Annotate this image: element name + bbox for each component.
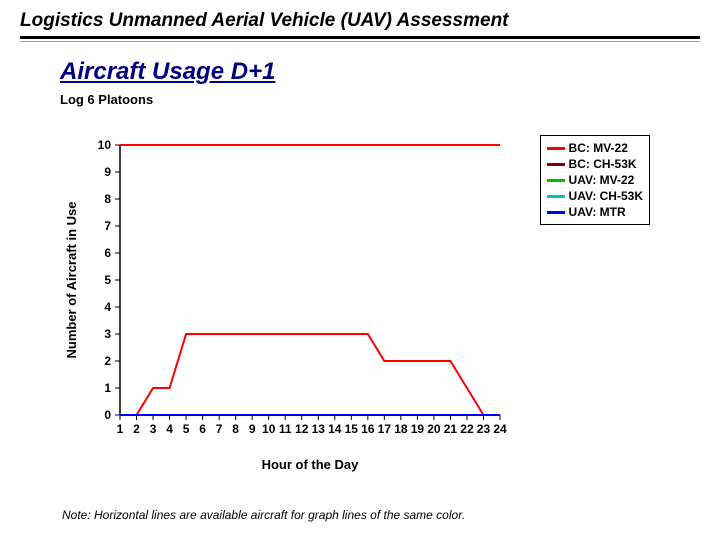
svg-text:3: 3 [150, 422, 157, 436]
svg-text:0: 0 [104, 408, 111, 422]
svg-text:17: 17 [378, 422, 392, 436]
svg-text:6: 6 [104, 246, 111, 260]
svg-text:24: 24 [493, 422, 507, 436]
svg-text:19: 19 [411, 422, 425, 436]
legend-item: UAV: CH-53K [547, 188, 643, 204]
legend-item: BC: MV-22 [547, 140, 643, 156]
legend-swatch [547, 211, 565, 214]
svg-text:14: 14 [328, 422, 342, 436]
svg-text:12: 12 [295, 422, 309, 436]
svg-text:2: 2 [104, 354, 111, 368]
svg-text:6: 6 [199, 422, 206, 436]
legend: BC: MV-22BC: CH-53KUAV: MV-22UAV: CH-53K… [540, 135, 650, 225]
legend-label: UAV: MV-22 [569, 172, 635, 188]
legend-label: UAV: MTR [569, 204, 626, 220]
legend-swatch [547, 195, 565, 198]
svg-text:8: 8 [232, 422, 239, 436]
legend-item: UAV: MV-22 [547, 172, 643, 188]
legend-label: BC: MV-22 [569, 140, 628, 156]
svg-text:22: 22 [460, 422, 474, 436]
svg-text:9: 9 [104, 165, 111, 179]
svg-text:16: 16 [361, 422, 375, 436]
svg-text:4: 4 [104, 300, 111, 314]
legend-swatch [547, 179, 565, 182]
svg-text:7: 7 [104, 219, 111, 233]
page-header: Logistics Unmanned Aerial Vehicle (UAV) … [20, 10, 700, 32]
svg-text:20: 20 [427, 422, 441, 436]
svg-text:7: 7 [216, 422, 223, 436]
svg-text:2: 2 [133, 422, 140, 436]
legend-item: UAV: MTR [547, 204, 643, 220]
chart: 0123456789101234567891011121314151617181… [60, 135, 660, 475]
svg-text:10: 10 [98, 138, 112, 152]
svg-text:1: 1 [117, 422, 124, 436]
svg-text:5: 5 [104, 273, 111, 287]
svg-text:10: 10 [262, 422, 276, 436]
svg-text:23: 23 [477, 422, 491, 436]
svg-text:18: 18 [394, 422, 408, 436]
svg-text:Hour of the Day: Hour of the Day [262, 457, 360, 472]
svg-text:Number of Aircraft in Use: Number of Aircraft in Use [64, 202, 79, 359]
svg-text:3: 3 [104, 327, 111, 341]
svg-text:9: 9 [249, 422, 256, 436]
svg-text:11: 11 [279, 422, 292, 436]
chart-subtitle: Log 6 Platoons [60, 92, 720, 107]
header-rule [20, 36, 700, 39]
chart-footnote: Note: Horizontal lines are available air… [62, 508, 465, 522]
legend-item: BC: CH-53K [547, 156, 643, 172]
chart-title: Aircraft Usage D+1 [60, 58, 720, 86]
legend-label: BC: CH-53K [569, 156, 637, 172]
svg-text:4: 4 [166, 422, 173, 436]
svg-text:21: 21 [444, 422, 458, 436]
legend-swatch [547, 163, 565, 166]
svg-text:13: 13 [312, 422, 326, 436]
svg-text:1: 1 [104, 381, 111, 395]
legend-label: UAV: CH-53K [569, 188, 643, 204]
svg-text:15: 15 [345, 422, 359, 436]
header-rule-thin [20, 41, 700, 42]
svg-text:5: 5 [183, 422, 190, 436]
svg-text:8: 8 [104, 192, 111, 206]
legend-swatch [547, 147, 565, 150]
